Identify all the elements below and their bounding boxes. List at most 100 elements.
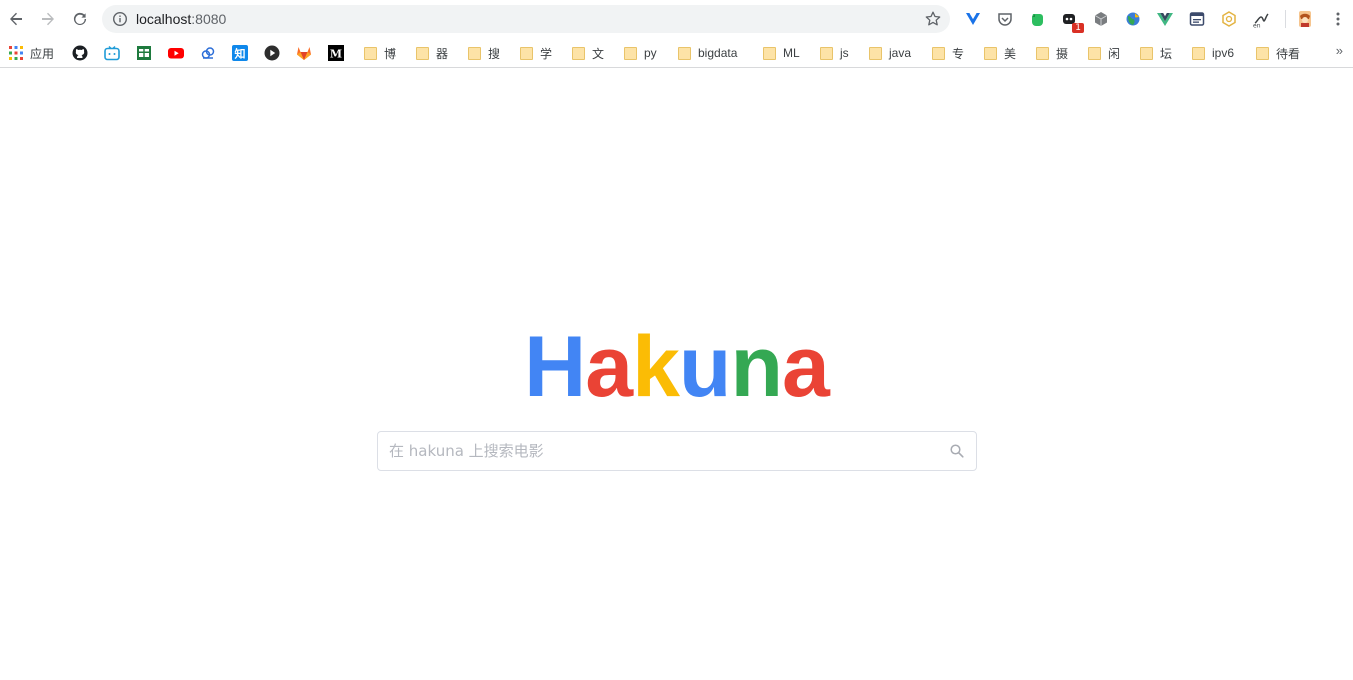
notification-extension-icon[interactable]: 1 xyxy=(1060,10,1084,33)
apps-grid-icon xyxy=(8,45,24,61)
arrow-left-icon xyxy=(10,12,22,26)
bookmark-label: 博 xyxy=(384,46,397,61)
bookmark-book[interactable] xyxy=(136,43,152,63)
bilibili-icon xyxy=(104,45,120,61)
bookmark-folder[interactable]: bigdata xyxy=(676,43,737,63)
hexagon-icon[interactable] xyxy=(1220,10,1238,28)
bookmark-label: ipv6 xyxy=(1212,46,1235,60)
logo-letter: a xyxy=(782,319,830,415)
url-host: localhost xyxy=(136,11,192,27)
bookmark-folder[interactable]: 博 xyxy=(362,43,396,63)
logo-letter: H xyxy=(524,319,586,415)
bookmark-cloud[interactable] xyxy=(200,43,216,63)
bookmark-github[interactable] xyxy=(72,43,88,63)
folder-icon xyxy=(676,45,692,61)
bookmark-folder[interactable]: 搜 xyxy=(466,43,500,63)
hakuna-logo: Hakuna xyxy=(0,322,1353,412)
search-icon[interactable] xyxy=(949,443,965,459)
folder-icon xyxy=(414,45,430,61)
forward-button[interactable] xyxy=(37,8,59,30)
reload-button[interactable] xyxy=(69,8,91,30)
logo-letter: a xyxy=(585,319,633,415)
translate-icon[interactable]: en xyxy=(1252,10,1270,28)
bookmark-folder[interactable]: py xyxy=(622,43,657,63)
bookmark-gitlab[interactable] xyxy=(296,43,312,63)
gitlab-icon xyxy=(296,45,312,61)
bookmark-youtube[interactable] xyxy=(168,43,184,63)
folder-icon xyxy=(570,45,586,61)
folder-icon xyxy=(1138,45,1154,61)
logo-letter: u xyxy=(678,319,732,415)
play-circle-icon xyxy=(264,45,280,61)
folder-icon xyxy=(622,45,638,61)
toolbar-divider xyxy=(1285,10,1286,28)
cube-icon[interactable] xyxy=(1092,10,1110,28)
bookmark-label: 摄 xyxy=(1056,46,1069,61)
browser-toolbar: localhost:8080 1 en xyxy=(0,0,1353,38)
book-icon xyxy=(136,45,152,61)
folder-icon xyxy=(518,45,534,61)
bookmark-folder[interactable]: 器 xyxy=(414,43,448,63)
vue-devtools-icon[interactable] xyxy=(1156,10,1174,28)
bookmark-star-icon[interactable] xyxy=(924,10,942,28)
bookmark-folder[interactable]: 坛 xyxy=(1138,43,1172,63)
bookmark-bilibili[interactable] xyxy=(104,43,120,63)
bookmark-label: js xyxy=(840,46,849,60)
bookmark-folder[interactable]: 文 xyxy=(570,43,604,63)
bookmark-folder[interactable]: 摄 xyxy=(1034,43,1068,63)
evernote-icon[interactable] xyxy=(1028,10,1046,28)
folder-icon xyxy=(466,45,482,61)
bookmark-label: 学 xyxy=(540,46,553,61)
bookmark-zhihu[interactable]: 知 xyxy=(232,43,248,63)
logo-letter: n xyxy=(730,319,783,415)
menu-kebab-icon[interactable] xyxy=(1329,10,1347,28)
folder-icon xyxy=(1034,45,1050,61)
movie-search-box xyxy=(377,431,977,471)
folder-icon xyxy=(818,45,834,61)
reload-icon xyxy=(73,12,87,26)
bookmark-folder[interactable]: 闲 xyxy=(1086,43,1120,63)
bookmark-label: ML xyxy=(783,46,800,60)
cloud-icon xyxy=(200,45,216,61)
profile-avatar-icon[interactable] xyxy=(1296,10,1314,28)
back-button[interactable] xyxy=(5,8,27,30)
folder-icon xyxy=(1086,45,1102,61)
bookmark-apps[interactable]: 应用 xyxy=(8,43,54,63)
url-port: :8080 xyxy=(191,11,227,27)
folder-icon xyxy=(761,45,777,61)
bookmark-folder[interactable]: 专 xyxy=(930,43,964,63)
bookmark-medium[interactable]: M xyxy=(328,43,344,63)
bookmark-label: 应用 xyxy=(30,46,55,61)
window-icon[interactable] xyxy=(1188,10,1206,28)
bookmark-folder[interactable]: 学 xyxy=(518,43,552,63)
movie-search-input[interactable] xyxy=(378,432,938,470)
bookmark-folder[interactable]: 美 xyxy=(982,43,1016,63)
bookmark-play[interactable] xyxy=(264,43,280,63)
arrow-right-icon xyxy=(42,12,54,26)
bookmarks-overflow-button[interactable]: » xyxy=(1336,43,1343,58)
bookmark-folder[interactable]: js xyxy=(818,43,849,63)
address-bar[interactable]: localhost:8080 xyxy=(102,5,950,33)
vue-extension-icon[interactable] xyxy=(964,10,982,28)
folder-icon xyxy=(1254,45,1270,61)
extension-badge: 1 xyxy=(1072,23,1084,33)
medium-icon: M xyxy=(328,45,344,61)
globe-icon[interactable] xyxy=(1124,10,1142,28)
bookmark-label: 搜 xyxy=(488,46,501,61)
bookmark-folder[interactable]: ML xyxy=(761,43,800,63)
folder-icon xyxy=(362,45,378,61)
bookmark-label: bigdata xyxy=(698,46,738,60)
url-text[interactable]: localhost:8080 xyxy=(136,11,226,27)
bookmark-folder[interactable]: 待看 xyxy=(1254,43,1300,63)
info-icon[interactable] xyxy=(112,11,128,27)
bookmark-label: 待看 xyxy=(1276,46,1301,61)
bookmark-label: 美 xyxy=(1004,46,1017,61)
bookmarks-bar: 应用 知 M 博 器 搜 学 文 py bigdata ML js java 专… xyxy=(0,38,1353,68)
svg-text:知: 知 xyxy=(234,46,246,60)
bookmark-folder[interactable]: java xyxy=(867,43,911,63)
pocket-icon[interactable] xyxy=(996,10,1014,28)
svg-text:en: en xyxy=(1253,23,1261,29)
bookmark-label: 专 xyxy=(952,46,965,61)
bookmark-label: py xyxy=(644,46,657,60)
bookmark-folder[interactable]: ipv6 xyxy=(1190,43,1234,63)
